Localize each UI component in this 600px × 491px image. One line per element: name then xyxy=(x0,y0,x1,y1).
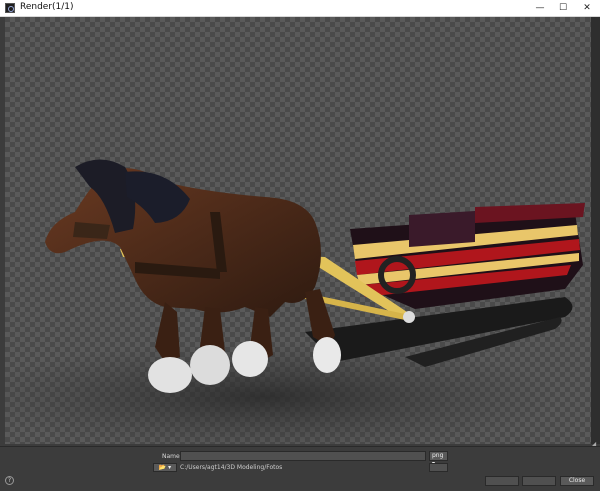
ground-shadow xyxy=(5,342,565,444)
app-icon xyxy=(5,3,15,13)
rendered-image xyxy=(5,159,585,444)
render-output-panel: Name png ▾ 📂 ▾ C:/Users/agt14/3D Modelin… xyxy=(0,446,600,491)
render-window: Render(1/1) — ☐ ✕ ◢ Name png 📂 ▾ C:/User… xyxy=(0,0,600,491)
help-icon[interactable]: ? xyxy=(5,476,14,485)
render-action-button-1[interactable] xyxy=(485,476,519,486)
browse-path-button[interactable] xyxy=(429,463,448,472)
render-action-button-2[interactable] xyxy=(522,476,556,486)
name-input[interactable] xyxy=(180,451,426,461)
close-button[interactable]: Close xyxy=(560,476,594,486)
viewport-scrollbar[interactable] xyxy=(591,17,600,444)
close-window-button[interactable]: ✕ xyxy=(576,0,598,16)
name-label: Name xyxy=(162,453,180,460)
format-dropdown[interactable]: png ▾ xyxy=(429,451,448,467)
maximize-button[interactable]: ☐ xyxy=(552,0,574,16)
minimize-button[interactable]: — xyxy=(529,0,551,16)
shaft-end xyxy=(403,311,415,323)
sleigh xyxy=(350,203,585,309)
window-title: Render(1/1) xyxy=(20,2,74,12)
title-bar: Render(1/1) — ☐ ✕ xyxy=(0,0,600,17)
output-path: C:/Users/agt14/3D Modeling/Fotos xyxy=(180,464,283,471)
folder-button[interactable]: 📂 ▾ xyxy=(153,463,177,472)
render-viewport xyxy=(5,17,591,444)
